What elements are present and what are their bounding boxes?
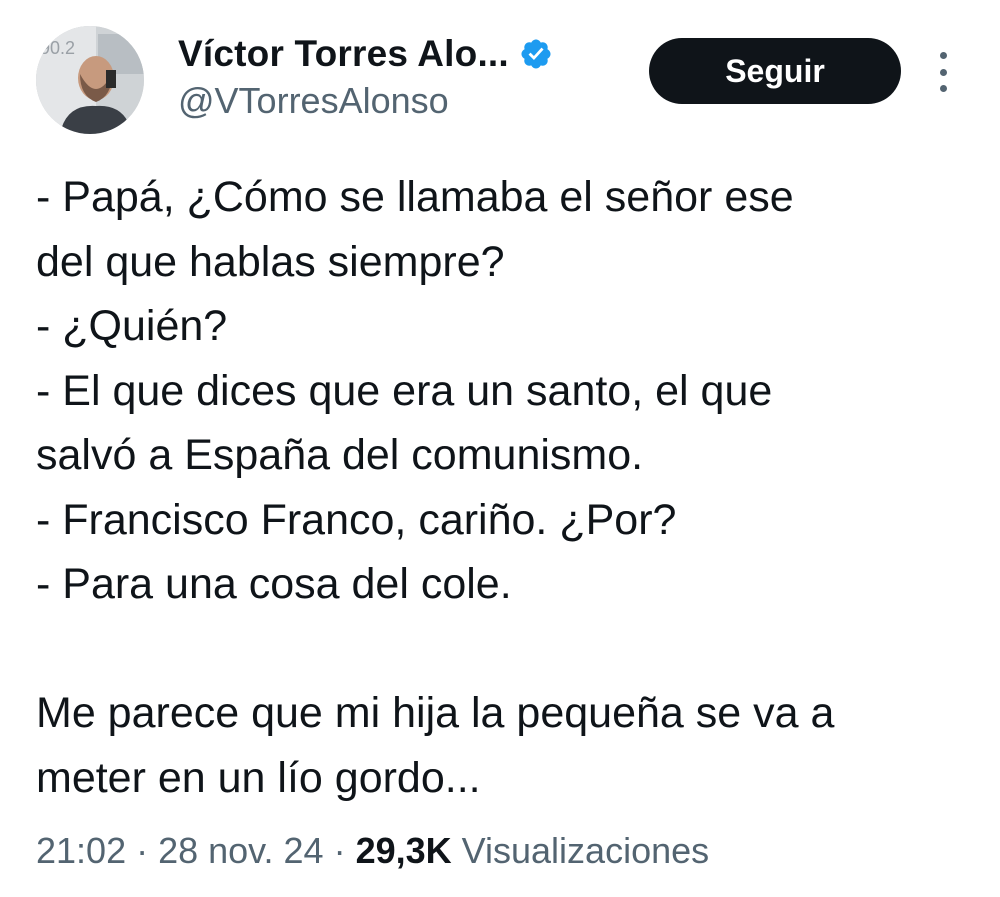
- tweet-line: salvó a España del comunismo.: [36, 431, 644, 479]
- tweet-meta: 21:02 · 28 nov. 24 · 29,3K Visualizacion…: [36, 830, 709, 872]
- tweet-line: - Papá, ¿Cómo se llamaba el señor ese: [36, 173, 794, 221]
- views-label: Visualizaciones: [461, 830, 710, 871]
- follow-button[interactable]: Seguir: [649, 38, 901, 104]
- views-count: 29,3K: [355, 830, 452, 871]
- verified-badge-icon: [519, 37, 553, 71]
- tweet-line: - Para una cosa del cole.: [36, 560, 512, 608]
- meta-separator: ·: [323, 830, 356, 871]
- meta-separator: ·: [126, 830, 159, 871]
- tweet-time[interactable]: 21:02: [36, 830, 126, 871]
- profile-photo-icon: 90.2: [36, 26, 144, 134]
- tweet-line: Me parece que mi hija la pequeña se va a: [36, 689, 835, 737]
- tweet-line: - ¿Quién?: [36, 302, 228, 350]
- tweet-line: meter en un lío gordo...: [36, 753, 481, 802]
- more-vertical-icon[interactable]: [928, 48, 958, 96]
- svg-text:90.2: 90.2: [40, 38, 75, 58]
- tweet-date[interactable]: 28 nov. 24: [158, 830, 323, 871]
- tweet-text: - Papá, ¿Cómo se llamaba el señor ese de…: [36, 165, 986, 810]
- user-handle[interactable]: @VTorresAlonso: [178, 80, 449, 122]
- tweet-card: 90.2 Víctor Torres Alo... @VTorresAlonso…: [0, 0, 1000, 897]
- author-name-row: Víctor Torres Alo...: [178, 30, 553, 78]
- tweet-line: - Francisco Franco, cariño. ¿Por?: [36, 495, 677, 544]
- avatar[interactable]: 90.2: [36, 26, 144, 134]
- tweet-line: del que hablas siempre?: [36, 237, 505, 286]
- tweet-line: - El que dices que era un santo, el que: [36, 366, 773, 415]
- display-name[interactable]: Víctor Torres Alo...: [178, 33, 509, 75]
